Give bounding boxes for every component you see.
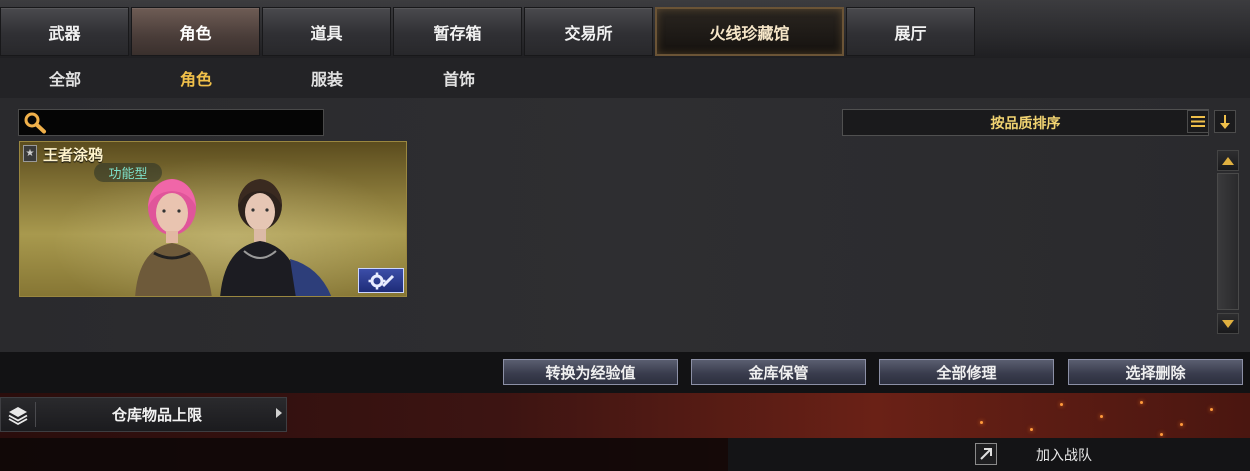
layers-icon — [8, 407, 28, 426]
search-icon — [24, 112, 46, 134]
character-portrait-image — [135, 179, 332, 296]
tab-items[interactable]: 道具 — [262, 7, 391, 56]
gear-wrench-icon — [368, 272, 395, 289]
tab-showroom[interactable]: 展厅 — [846, 7, 975, 56]
subtab-all[interactable]: 全部 — [0, 58, 130, 98]
subtab-outfit[interactable]: 服装 — [262, 58, 392, 98]
character-item-card[interactable]: ★ 王者涂鸦 功能型 — [19, 141, 407, 297]
inventory-panel: 按品质排序 ★ 王者涂鸦 功能型 — [0, 98, 1250, 352]
list-icon — [1191, 116, 1205, 127]
convert-to-exp-button[interactable]: 转换为经验值 — [503, 359, 678, 385]
sort-direction-button[interactable] — [1214, 110, 1236, 133]
vault-storage-button[interactable]: 金库保管 — [691, 359, 866, 385]
sort-dropdown[interactable]: 按品质排序 — [842, 109, 1209, 136]
storage-limit-label: 仓库物品上限 — [111, 406, 202, 424]
repair-all-button[interactable]: 全部修理 — [879, 359, 1054, 385]
item-name: 王者涂鸦 — [43, 146, 104, 164]
action-bar: 转换为经验值 金库保管 全部修理 选择删除 — [0, 352, 1250, 393]
tab-weapons[interactable]: 武器 — [0, 7, 129, 56]
tab-exchange[interactable]: 交易所 — [524, 7, 653, 56]
arrow-down-icon — [1222, 319, 1234, 328]
tab-collection-hall[interactable]: 火线珍藏馆 — [655, 7, 844, 56]
scroll-up-button[interactable] — [1217, 150, 1239, 171]
arrow-up-icon — [1222, 156, 1234, 165]
scroll-down-button[interactable] — [1217, 313, 1239, 334]
expand-arrow-icon[interactable] — [276, 408, 282, 418]
storage-limit-bar[interactable]: 仓库物品上限 — [0, 397, 287, 432]
tab-characters[interactable]: 角色 — [131, 7, 260, 56]
external-link-icon[interactable] — [975, 443, 997, 465]
sub-tab-bar: 全部 角色 服装 首饰 — [0, 58, 1250, 98]
divider — [35, 402, 36, 427]
scrollbar-track[interactable] — [1217, 173, 1239, 310]
tab-temp-storage[interactable]: 暂存箱 — [393, 7, 522, 56]
arrow-down-icon — [1220, 115, 1230, 129]
search-input[interactable] — [18, 109, 324, 136]
subtab-accessories[interactable]: 首饰 — [394, 58, 524, 98]
join-team-button[interactable]: 加入战队 — [1036, 438, 1092, 471]
star-rank-icon: ★ — [23, 145, 37, 162]
sort-menu-button[interactable] — [1187, 110, 1209, 133]
repair-button[interactable] — [358, 268, 404, 293]
sort-label: 按品质排序 — [990, 115, 1061, 132]
item-type-badge: 功能型 — [94, 163, 162, 182]
subtab-character[interactable]: 角色 — [131, 58, 261, 98]
top-tab-bar: 武器 角色 道具 暂存箱 交易所 火线珍藏馆 展厅 — [0, 0, 1250, 58]
select-delete-button[interactable]: 选择删除 — [1068, 359, 1243, 385]
